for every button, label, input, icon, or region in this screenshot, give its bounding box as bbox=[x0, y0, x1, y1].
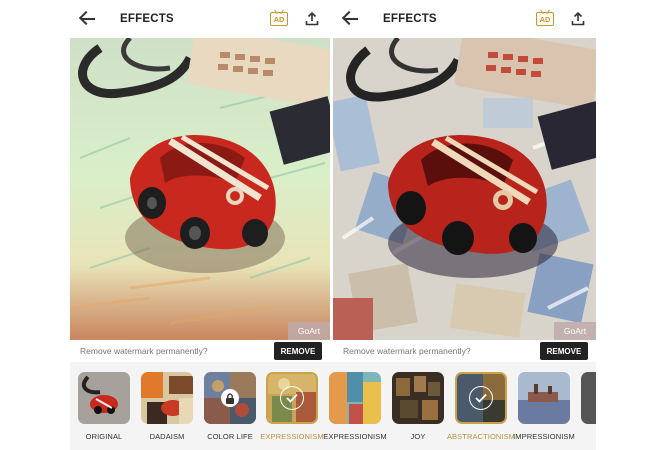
page-title: EFFECTS bbox=[120, 13, 174, 25]
effect-label: IMPRESSIONISM bbox=[513, 432, 575, 441]
effect-label: COLOR LIFE bbox=[207, 432, 253, 441]
effect-thumb-abstractionism[interactable] bbox=[455, 372, 507, 424]
remove-watermark-button[interactable]: REMOVE bbox=[274, 342, 322, 360]
effect-thumb-original[interactable] bbox=[78, 372, 130, 424]
left-margin bbox=[0, 38, 70, 340]
remove-watermark-prompt: Remove watermark permanently? bbox=[343, 346, 471, 356]
effect-label: ORIGINAL bbox=[85, 432, 123, 441]
right-margin bbox=[596, 38, 650, 340]
effect-label: JOY bbox=[410, 432, 426, 441]
effect-preview-image: GoArt bbox=[70, 38, 330, 340]
ad-tv-icon[interactable]: AD bbox=[270, 12, 288, 26]
right-header: EFFECTS AD bbox=[333, 0, 596, 38]
remove-watermark-bar: Remove watermark permanently? REMOVE bbox=[333, 340, 596, 362]
share-upload-icon[interactable] bbox=[304, 11, 320, 27]
effect-thumb-dadaism[interactable] bbox=[141, 372, 193, 424]
effect-thumb-expressionism-2[interactable] bbox=[329, 372, 381, 424]
effect-thumb-joy[interactable] bbox=[392, 372, 444, 424]
remove-watermark-prompt: Remove watermark permanently? bbox=[80, 346, 208, 356]
effect-thumb-expressionism[interactable] bbox=[266, 372, 318, 424]
effect-thumb-color-life[interactable] bbox=[204, 372, 256, 424]
check-icon bbox=[469, 386, 493, 410]
remove-watermark-bar: Remove watermark permanently? REMOVE bbox=[70, 340, 330, 362]
page-title: EFFECTS bbox=[383, 13, 437, 25]
effect-label: ABSTRACTIONISM bbox=[446, 432, 516, 441]
effects-strip[interactable]: ORIGINAL DADAISM COLOR LIFE EXPRESSIONIS… bbox=[70, 362, 596, 450]
ad-tv-icon[interactable]: AD bbox=[536, 12, 554, 26]
share-upload-icon[interactable] bbox=[570, 11, 586, 27]
goart-watermark: GoArt bbox=[288, 322, 330, 340]
left-header: EFFECTS AD bbox=[70, 0, 330, 38]
lock-icon bbox=[221, 389, 239, 407]
remove-watermark-button[interactable]: REMOVE bbox=[540, 342, 588, 360]
check-icon bbox=[280, 386, 304, 410]
back-arrow-icon[interactable] bbox=[339, 0, 367, 38]
goart-watermark: GoArt bbox=[554, 322, 596, 340]
effect-label: EXPRESSIONISM bbox=[260, 432, 324, 441]
effect-thumb-impressionism[interactable] bbox=[518, 372, 570, 424]
back-arrow-icon[interactable] bbox=[76, 0, 104, 38]
effect-preview-image: GoArt bbox=[333, 38, 596, 340]
effect-label: EXPRESSIONISM bbox=[323, 432, 387, 441]
effect-thumb-partial[interactable] bbox=[581, 372, 596, 424]
effect-label: DADAISM bbox=[149, 432, 185, 441]
